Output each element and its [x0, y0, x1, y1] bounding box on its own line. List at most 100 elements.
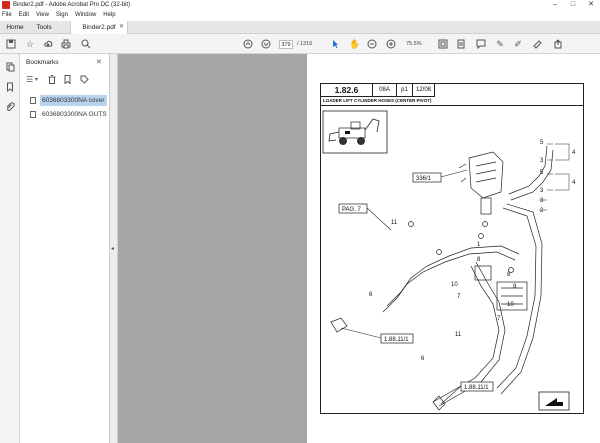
tab-home[interactable]: Home: [0, 21, 30, 34]
menu-window[interactable]: Window: [75, 10, 96, 21]
bookmark-icon[interactable]: [5, 82, 15, 93]
menu-help[interactable]: Help: [103, 10, 115, 21]
callout-ref-1881-b: 1.88.11/1: [464, 385, 489, 391]
callout-number: 6: [421, 356, 425, 362]
callout-number: 5: [540, 140, 544, 146]
acrobat-logo-icon: [2, 1, 10, 9]
backhoe-thumbnail-icon: [322, 110, 388, 154]
page-count: / 1316: [297, 41, 313, 47]
header-part: p1: [397, 84, 413, 97]
navigation-strip: [0, 54, 20, 443]
menu-file[interactable]: File: [2, 10, 12, 21]
menu-bar: File Edit View Sign Window Help: [0, 10, 600, 21]
close-icon[interactable]: ✕: [96, 58, 102, 66]
document-viewer[interactable]: 1.82.6 08A p1 12/08 LOADER LIFT CYLINDER…: [118, 54, 600, 443]
zoom-in-icon[interactable]: [386, 39, 396, 49]
tab-bar: Home Tools Binder2.pdf ✕: [0, 21, 600, 35]
page-number-input[interactable]: 379: [279, 40, 293, 49]
pen-icon[interactable]: ✎: [495, 39, 505, 49]
callout-number: 7: [457, 294, 461, 300]
star-icon[interactable]: ☆: [25, 39, 35, 49]
callout-number: 11: [391, 220, 398, 226]
comment-icon[interactable]: [476, 39, 486, 50]
zoom-level-select[interactable]: 75.5%: [406, 40, 422, 49]
pointer-icon[interactable]: [330, 39, 340, 49]
zoom-out-icon[interactable]: [367, 39, 377, 49]
minimize-icon[interactable]: –: [546, 0, 564, 10]
sign-icon[interactable]: [533, 39, 543, 49]
bookmark-item-cover[interactable]: 6036803300NA cover: [30, 95, 107, 106]
callout-number: 11: [455, 332, 462, 338]
control-valve: [458, 151, 504, 215]
bookmarks-panel: Bookmarks ✕ ☰ ▾ 6036803300NA cover 60368…: [20, 54, 110, 443]
scroll-mode-icon[interactable]: [456, 39, 466, 49]
callout-number: 4: [572, 150, 576, 156]
header-code: 08A: [373, 84, 397, 97]
page-up-icon[interactable]: [243, 39, 253, 49]
chevron-down-icon[interactable]: ▾: [35, 75, 38, 85]
pdf-page: 1.82.6 08A p1 12/08 LOADER LIFT CYLINDER…: [307, 54, 600, 443]
callout-ref-336: 336/1: [416, 176, 432, 182]
collapse-arrow-icon[interactable]: ◂: [111, 245, 114, 252]
tab-close-icon[interactable]: ✕: [119, 21, 124, 34]
callout-number: 8: [507, 272, 511, 278]
options-icon[interactable]: ☰: [26, 75, 33, 85]
menu-view[interactable]: View: [36, 10, 49, 21]
menu-sign[interactable]: Sign: [56, 10, 68, 21]
callout-boxes: [338, 172, 494, 392]
tag-icon[interactable]: [80, 75, 89, 87]
tab-document-label: Binder2.pdf: [82, 24, 116, 31]
bookmark-label: 6036803300NA GUTS: [42, 111, 107, 118]
callout-number: 7: [497, 316, 501, 322]
new-bookmark-icon[interactable]: [64, 75, 72, 87]
search-icon[interactable]: [81, 39, 91, 49]
tab-document[interactable]: Binder2.pdf ✕: [70, 21, 128, 35]
window-title: Binder2.pdf - Adobe Acrobat Pro DC (32-b…: [13, 2, 131, 8]
page-down-icon[interactable]: [261, 39, 271, 49]
tab-tools[interactable]: Tools: [30, 21, 58, 34]
print-icon[interactable]: [61, 39, 71, 49]
next-page-arrow-icon: [538, 391, 570, 411]
fit-page-icon[interactable]: [438, 39, 448, 49]
panel-splitter[interactable]: ◂: [110, 54, 118, 443]
bookmark-item-guts[interactable]: 6036803300NA GUTS: [30, 109, 107, 120]
title-bar: Binder2.pdf - Adobe Acrobat Pro DC (32-b…: [0, 0, 600, 10]
callout-ref-1881-a: 1.88.11/1: [384, 337, 409, 343]
callout-number: 10: [451, 282, 458, 288]
share-icon[interactable]: [553, 39, 563, 49]
bookmark-page-icon: [30, 111, 36, 118]
header-date: 12/08: [413, 84, 435, 97]
callout-number: 3: [540, 158, 544, 164]
close-icon[interactable]: ✕: [582, 0, 600, 10]
cylinder-ends: [330, 317, 446, 411]
callout-number: 6: [369, 292, 373, 298]
section-number: 1.82.6: [321, 84, 373, 97]
callout-number: 2: [540, 208, 544, 214]
toolbar: ☆ 379 / 1316 ✋ 75.5% ✎ ✐: [0, 34, 600, 54]
hand-icon[interactable]: ✋: [349, 39, 360, 49]
bookmarks-panel-title: Bookmarks: [26, 59, 59, 66]
callout-number: 8: [477, 257, 481, 263]
callout-number: 10: [507, 302, 514, 308]
callout-number: 3: [540, 198, 544, 204]
fittings: [408, 221, 528, 311]
callout-number: 4: [572, 180, 576, 186]
bookmark-page-icon: [30, 97, 36, 104]
menu-edit[interactable]: Edit: [19, 10, 29, 21]
page-thumbnails-icon[interactable]: [5, 62, 15, 72]
callout-number: 5: [540, 170, 544, 176]
drawing-sheet: 1.82.6 08A p1 12/08 LOADER LIFT CYLINDER…: [320, 83, 584, 414]
hose-diagram: 336/1 PAG. 7 1.88.11/1 1.88.11/1 5 4 3 5…: [322, 110, 576, 411]
callout-pag7: PAG. 7: [342, 207, 362, 213]
callout-number: 9: [513, 284, 517, 290]
attachment-icon[interactable]: [5, 102, 15, 112]
drawing-title: LOADER LIFT CYLINDER HOSES (CENTER PIVOT…: [323, 98, 432, 103]
bookmarks-toolbar: ☰ ▾: [26, 75, 106, 85]
highlight-icon[interactable]: ✐: [513, 39, 523, 49]
delete-icon[interactable]: [48, 75, 56, 87]
bookmark-label: 6036803300NA cover: [40, 95, 107, 106]
upload-icon[interactable]: [43, 39, 53, 49]
callout-number: 3: [540, 188, 544, 194]
save-icon[interactable]: [6, 39, 16, 49]
maximize-icon[interactable]: □: [564, 0, 582, 10]
